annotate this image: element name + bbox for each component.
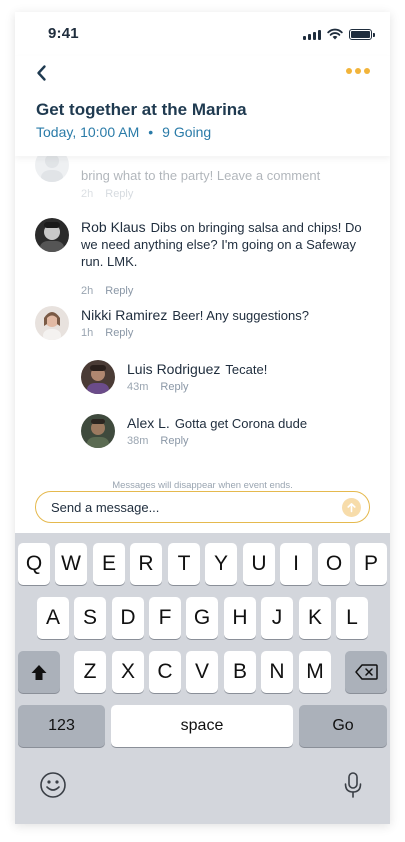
key-q[interactable]: Q	[18, 543, 50, 585]
comment-text-block: Alex L. Gotta get Corona dude	[127, 415, 371, 432]
avatar	[35, 156, 69, 182]
key-g[interactable]: G	[186, 597, 218, 639]
key-o[interactable]: O	[318, 543, 350, 585]
avatar	[81, 414, 115, 448]
more-dot-icon	[346, 68, 352, 74]
comment-age: 2h	[81, 285, 94, 297]
event-time: Today, 10:00 AM	[36, 124, 140, 140]
reply-link[interactable]: Reply	[160, 435, 188, 447]
back-button[interactable]	[33, 64, 51, 82]
more-dot-icon	[355, 68, 361, 74]
key-z[interactable]: Z	[74, 651, 106, 693]
meta-separator: •	[148, 124, 154, 140]
space-key[interactable]: space	[111, 705, 293, 747]
comment-text-block: Nikki Ramirez Beer! Any suggestions?	[81, 307, 371, 324]
shift-arrow-icon	[31, 664, 47, 680]
comment-meta: 1h Reply	[81, 327, 133, 339]
more-dot-icon	[364, 68, 370, 74]
comment-text-block: Rob Klaus Dibs on bringing salsa and chip…	[81, 219, 371, 270]
key-v[interactable]: V	[186, 651, 218, 693]
comment-meta: 2h Reply	[81, 188, 133, 200]
key-k[interactable]: K	[299, 597, 331, 639]
comment-text: bring what to the party! Leave a comment	[81, 168, 321, 183]
cellular-signal-icon	[303, 29, 321, 40]
key-s[interactable]: S	[74, 597, 106, 639]
key-m[interactable]: M	[299, 651, 331, 693]
go-key[interactable]: Go	[299, 705, 387, 747]
key-d[interactable]: D	[112, 597, 144, 639]
key-j[interactable]: J	[261, 597, 293, 639]
status-icons	[303, 28, 375, 40]
numbers-key[interactable]: 123	[18, 705, 105, 747]
wifi-icon	[327, 28, 343, 40]
chevron-left-icon	[37, 65, 46, 81]
key-f[interactable]: F	[149, 597, 181, 639]
more-options-button[interactable]	[346, 68, 370, 74]
avatar	[35, 306, 69, 340]
comment-age: 43m	[127, 381, 149, 393]
key-i[interactable]: I	[280, 543, 312, 585]
commenter-name[interactable]: Nikki Ramirez	[81, 307, 167, 323]
key-u[interactable]: U	[243, 543, 275, 585]
comment-item: Rob Klaus Dibs on bringing salsa and chip…	[15, 216, 390, 297]
comment-text: Tecate!	[225, 362, 268, 377]
smiley-icon	[40, 772, 66, 798]
key-w[interactable]: W	[55, 543, 87, 585]
delete-key[interactable]	[345, 651, 387, 693]
key-h[interactable]: H	[224, 597, 256, 639]
commenter-name[interactable]: Luis Rodriguez	[127, 361, 220, 377]
send-button[interactable]	[342, 498, 361, 517]
key-n[interactable]: N	[261, 651, 293, 693]
comment-age: 1h	[81, 327, 94, 339]
commenter-name[interactable]: Rob Klaus	[81, 219, 146, 235]
reply-item: Alex L. Gotta get Corona dude 38m Reply	[15, 412, 390, 458]
key-x[interactable]: X	[112, 651, 144, 693]
comment-meta: 2h Reply	[81, 285, 133, 297]
message-input[interactable]	[35, 491, 370, 523]
comment-text: Gotta get Corona dude	[174, 416, 308, 431]
avatar	[35, 218, 69, 252]
comment-age: 2h	[81, 188, 94, 200]
status-time: 9:41	[48, 25, 79, 42]
comment-text: Beer! Any suggestions?	[172, 308, 309, 323]
disappearing-notice: Messages will disappear when event ends.	[112, 480, 293, 491]
event-header: Get together at the Marina Today, 10:00 …	[15, 56, 390, 156]
comment-thread[interactable]: bring what to the party! Leave a comment…	[15, 156, 390, 486]
key-y[interactable]: Y	[205, 543, 237, 585]
reply-link[interactable]: Reply	[105, 285, 133, 297]
event-title: Get together at the Marina	[36, 100, 247, 119]
arrow-up-icon	[347, 503, 356, 513]
comment-item: bring what to the party! Leave a comment…	[15, 156, 390, 206]
reply-link[interactable]: Reply	[160, 381, 188, 393]
on-screen-keyboard: Q W E R T Y U I O P A S D F G H J K L Z …	[15, 533, 390, 824]
dictation-button[interactable]	[343, 771, 363, 799]
key-c[interactable]: C	[149, 651, 181, 693]
comment-meta: 38m Reply	[127, 435, 189, 447]
reply-link[interactable]: Reply	[105, 327, 133, 339]
comment-text-block: Luis Rodriguez Tecate!	[127, 361, 371, 378]
reply-link[interactable]: Reply	[105, 188, 133, 200]
key-a[interactable]: A	[37, 597, 69, 639]
event-meta: Today, 10:00 AM • 9 Going	[36, 124, 211, 140]
comment-age: 38m	[127, 435, 149, 447]
key-b[interactable]: B	[224, 651, 256, 693]
microphone-icon	[344, 772, 362, 798]
reply-item: Luis Rodriguez Tecate! 43m Reply	[15, 358, 390, 404]
phone-screen: 9:41 Get together at the Marina Today, 1…	[15, 12, 390, 824]
going-count[interactable]: 9 Going	[162, 124, 211, 140]
key-l[interactable]: L	[336, 597, 368, 639]
key-t[interactable]: T	[168, 543, 200, 585]
key-e[interactable]: E	[93, 543, 125, 585]
shift-key[interactable]	[18, 651, 60, 693]
comment-item: Nikki Ramirez Beer! Any suggestions? 1h R…	[15, 304, 390, 350]
key-p[interactable]: P	[355, 543, 387, 585]
avatar	[81, 360, 115, 394]
status-bar: 9:41	[15, 12, 390, 56]
backspace-icon	[354, 664, 378, 680]
battery-icon	[349, 28, 375, 40]
emoji-button[interactable]	[39, 771, 67, 799]
comment-meta: 43m Reply	[127, 381, 189, 393]
key-r[interactable]: R	[130, 543, 162, 585]
commenter-name[interactable]: Alex L.	[127, 415, 170, 431]
